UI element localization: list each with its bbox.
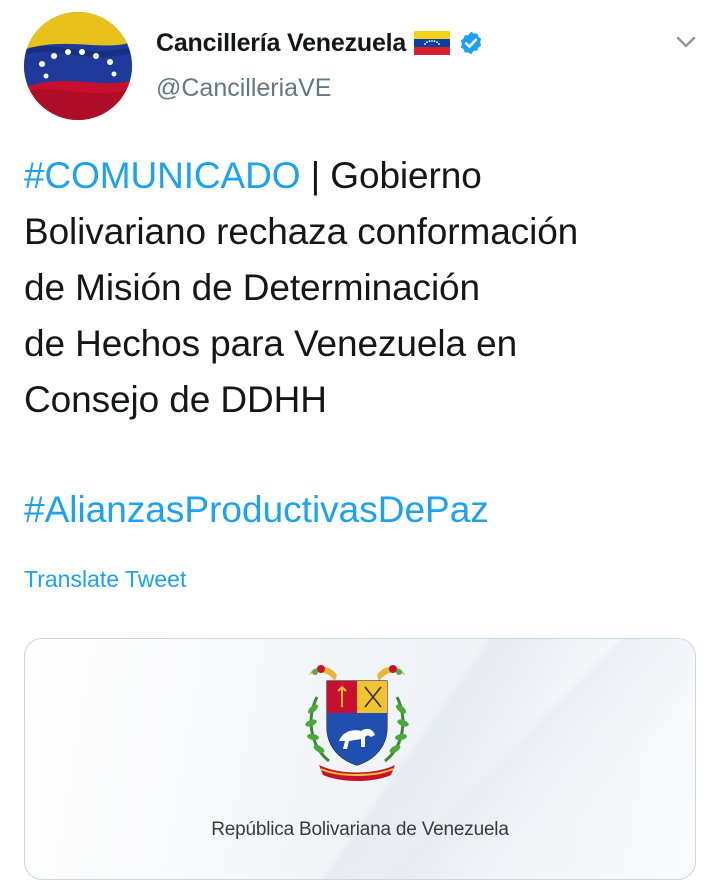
tweet-line-3: de Misión de Determinación — [24, 267, 481, 308]
venezuela-flag-emoji — [414, 31, 451, 55]
venezuelan-flag-avatar — [24, 12, 132, 120]
tweet-line-2: Bolivariano rechaza conformación — [24, 211, 579, 252]
tweet-line-4: de Hechos para Venezuela en — [24, 323, 518, 364]
account-handle[interactable]: @CancilleriaVE — [156, 74, 331, 103]
account-name-row[interactable]: Cancillería Venezuela — [156, 26, 484, 60]
tweet-line-1: #COMUNICADO | Gobierno — [24, 148, 704, 204]
card-caption: República Bolivariana de Venezuela — [211, 819, 509, 840]
coat-of-arms-icon — [305, 665, 409, 781]
hashtag-alianzas[interactable]: #AlianzasProductivasDePaz — [24, 482, 489, 538]
tweet-text: #COMUNICADO | Gobierno Bolivariano recha… — [24, 148, 704, 428]
hashtag-comunicado[interactable]: #COMUNICADO — [24, 155, 301, 196]
chevron-down-icon[interactable] — [672, 28, 700, 56]
translate-tweet-link[interactable]: Translate Tweet — [24, 566, 186, 593]
avatar[interactable] — [24, 12, 132, 120]
tweet-line-1-text: | Gobierno — [300, 155, 482, 196]
account-name[interactable]: Cancillería Venezuela — [156, 29, 406, 58]
tweet-line-5: Consejo de DDHH — [24, 379, 327, 420]
media-card[interactable]: República Bolivariana de Venezuela — [24, 638, 696, 880]
verified-badge-icon — [460, 31, 482, 55]
